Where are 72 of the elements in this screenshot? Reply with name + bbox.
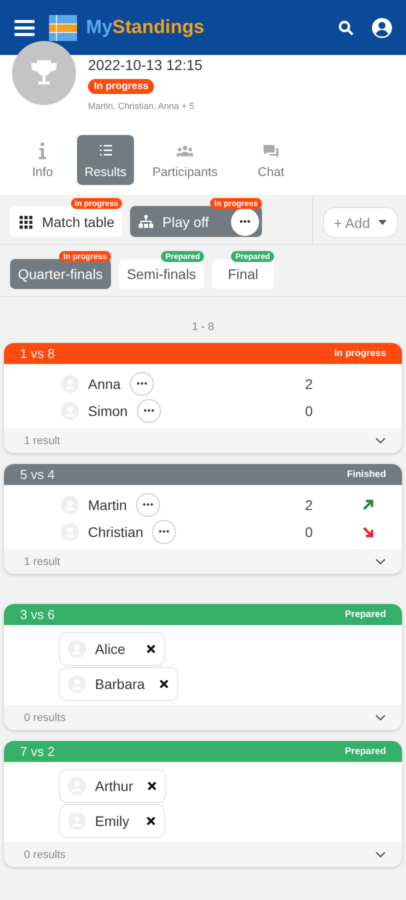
- remove-icon[interactable]: [158, 679, 169, 689]
- app-logo-text: MyStandings: [86, 16, 204, 38]
- hierarchy-icon: [138, 214, 154, 229]
- status-badge: Prepared: [161, 251, 204, 262]
- more-icon: [238, 220, 251, 223]
- chevron-down-icon: [375, 851, 386, 858]
- round-tab[interactable]: Final: [212, 259, 274, 289]
- more-button[interactable]: [152, 520, 176, 544]
- match-status: In progress: [334, 348, 386, 359]
- more-icon: [136, 382, 148, 385]
- result-count: 0 results: [24, 848, 66, 860]
- result-count: 0 results: [24, 712, 66, 724]
- result-count: 1 result: [24, 434, 60, 446]
- match-footer[interactable]: 1 result: [4, 549, 402, 574]
- player-chip[interactable]: Emily: [59, 804, 165, 838]
- match-title: 7 vs 2: [20, 744, 55, 759]
- menu-icon[interactable]: [14, 18, 35, 36]
- more-button[interactable]: [136, 398, 161, 422]
- player-chip[interactable]: Alice: [59, 632, 165, 666]
- match-status: Prepared: [344, 609, 386, 620]
- player-name: Arthur: [95, 778, 134, 794]
- score: 0: [305, 524, 314, 540]
- tab[interactable]: Results: [77, 135, 134, 185]
- status-badge: In progress: [59, 251, 111, 262]
- bracket-range: 1 - 8: [190, 320, 215, 335]
- player-chip[interactable]: Barbara: [59, 667, 178, 701]
- status-badge: In progress: [70, 198, 122, 209]
- match-footer[interactable]: 1 result: [4, 428, 402, 453]
- chevron-down-icon: [375, 714, 386, 721]
- player-name: Martin: [88, 496, 127, 512]
- score: 2: [305, 376, 314, 392]
- match-footer[interactable]: 0 results: [4, 705, 402, 730]
- remove-icon[interactable]: [147, 781, 158, 791]
- more-icon: [142, 409, 155, 412]
- more-button[interactable]: [230, 208, 259, 236]
- dropdown-caret-icon: [378, 220, 387, 225]
- status-badge: Prepared: [231, 251, 274, 262]
- result-count: 1 result: [24, 556, 60, 568]
- more-button[interactable]: [136, 492, 160, 516]
- more-icon: [142, 503, 154, 506]
- more-button[interactable]: [130, 372, 154, 396]
- info-icon: [38, 142, 47, 160]
- grid-icon: [18, 214, 34, 229]
- match-title: 3 vs 6: [20, 607, 55, 622]
- logo-icon: [49, 14, 77, 40]
- search-icon[interactable]: [338, 20, 354, 36]
- player-name: Christian: [88, 524, 144, 540]
- match-title: 1 vs 8: [20, 346, 55, 361]
- player-name: Alice: [95, 641, 126, 657]
- chevron-down-icon: [375, 558, 386, 565]
- more-icon: [158, 530, 170, 533]
- chevron-down-icon: [375, 437, 386, 444]
- score: 0: [305, 402, 314, 418]
- player-name: Barbara: [95, 676, 145, 692]
- score: 2: [305, 496, 314, 512]
- player-name: Emily: [95, 813, 130, 829]
- participant-names: Martin, Christian, Anna + 5: [88, 101, 194, 111]
- player-chip[interactable]: Arthur: [59, 769, 166, 803]
- account-icon[interactable]: [372, 18, 392, 38]
- remove-icon[interactable]: [146, 816, 156, 826]
- remove-icon[interactable]: [146, 644, 156, 654]
- match-footer[interactable]: 0 results: [4, 842, 402, 867]
- add-button[interactable]: + Add: [322, 207, 398, 238]
- match-title: 5 vs 4: [20, 467, 55, 482]
- status-badge: In progress: [210, 198, 262, 209]
- status-badge: In progress: [88, 79, 154, 94]
- round-tab[interactable]: Semi-finals: [118, 259, 204, 289]
- match-status: Prepared: [344, 746, 386, 757]
- match-status: Finished: [346, 469, 386, 480]
- player-name: Simon: [88, 402, 128, 418]
- event-datetime: 2022-10-13 12:15: [88, 58, 202, 74]
- player-name: Anna: [88, 376, 121, 392]
